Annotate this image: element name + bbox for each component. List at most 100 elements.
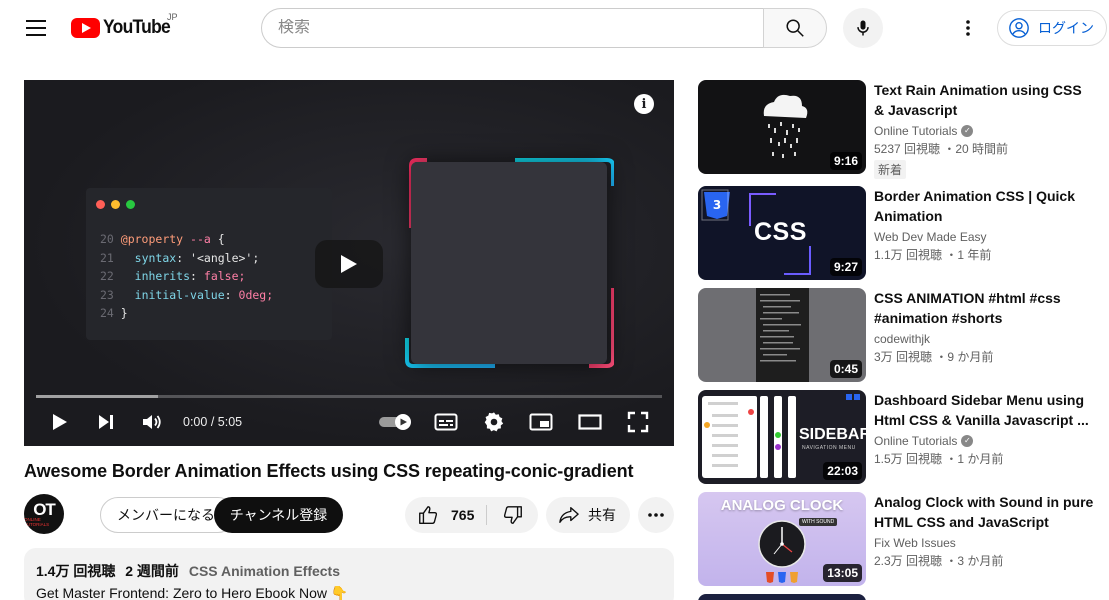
next-button[interactable] (92, 408, 120, 436)
related-video[interactable]: 0:45 CSS ANIMATION #html #css #animation… (698, 288, 1098, 382)
code-line: 20 @property --a { (100, 232, 225, 246)
volume-icon (143, 415, 161, 429)
search-box (261, 8, 763, 48)
search-button[interactable] (763, 8, 827, 48)
video-title[interactable]: Text Rain Animation using CSS & Javascri… (874, 80, 1094, 120)
related-video[interactable]: 3 CSS 9:27 Border Animation CSS | Quick … (698, 186, 1098, 280)
subtitles-icon (434, 413, 458, 431)
description-text: Get Master Frontend: Zero to Hero Ebook … (36, 585, 349, 600)
voice-search-button[interactable] (843, 8, 883, 48)
play-icon (341, 255, 357, 273)
video-stats: 5237 回視聴 ・20 時間前 (874, 142, 1009, 156)
video-duration: 9:16 (829, 152, 862, 170)
video-title[interactable]: CSS ANIMATION #html #css #animation #sho… (874, 288, 1094, 328)
code-line: 22 inherits: false; (100, 269, 246, 283)
video-title: Awesome Border Animation Effects using C… (24, 461, 634, 481)
channel-name[interactable]: Online Tutorials ✓ (874, 124, 1094, 138)
subtitles-button[interactable] (432, 408, 460, 436)
fullscreen-button[interactable] (624, 408, 652, 436)
microphone-icon (857, 20, 869, 36)
video-thumbnail[interactable] (698, 594, 866, 600)
account-icon (1009, 18, 1029, 38)
channel-avatar-subtext: ONLINE TUTORIALS (24, 516, 50, 527)
video-player[interactable]: 20 @property --a {21 syntax: '<angle>'; 2… (24, 80, 674, 446)
search-icon (786, 19, 804, 37)
video-duration: 0:45 (829, 360, 862, 378)
theater-mode-button[interactable] (576, 408, 604, 436)
settings-more-button[interactable] (952, 12, 984, 44)
time-separator: / (210, 415, 215, 429)
like-button[interactable]: 765 (405, 497, 485, 533)
autoplay-toggle[interactable] (376, 408, 416, 436)
fullscreen-icon (627, 411, 649, 433)
channel-name[interactable]: Fix Web Issues (874, 536, 1094, 550)
like-divider (486, 505, 487, 525)
play-button[interactable] (46, 408, 74, 436)
upload-age: 20 時間前 (955, 142, 1009, 156)
channel-avatar[interactable]: OT ONLINE TUTORIALS (24, 494, 64, 534)
video-title[interactable]: Border Animation CSS | Quick Animation (874, 186, 1094, 226)
description-hashtag[interactable]: CSS Animation Effects (189, 563, 340, 579)
video-duration: 9:27 (829, 258, 862, 276)
verified-check-icon: ✓ (961, 125, 974, 137)
related-video[interactable] (698, 594, 1098, 600)
video-info: Border Animation CSS | Quick Animation W… (874, 186, 1094, 263)
video-info: Dashboard Sidebar Menu using Html CSS & … (874, 390, 1094, 467)
progress-bar[interactable] (36, 395, 662, 398)
code-snippet: 20 @property --a {21 syntax: '<angle>'; 2… (100, 230, 273, 323)
related-video[interactable]: ANALOG CLOCK WITH SOUND 13:05 Analog Clo… (698, 492, 1098, 586)
video-thumbnail[interactable]: ANALOG CLOCK WITH SOUND 13:05 (698, 492, 866, 586)
video-thumbnail[interactable]: 3 CSS 9:27 (698, 186, 866, 280)
miniplayer-button[interactable] (527, 408, 555, 436)
dislike-button[interactable] (489, 497, 537, 533)
channel-name-text: Online Tutorials (874, 434, 958, 448)
upload-age: 1 年前 (957, 248, 992, 262)
channel-name[interactable]: Online Tutorials ✓ (874, 434, 1094, 448)
progress-buffer (36, 395, 159, 398)
play-icon (53, 414, 67, 430)
gear-icon (484, 412, 504, 432)
video-title[interactable]: Dashboard Sidebar Menu using Html CSS & … (874, 390, 1094, 430)
thumbnail-subtext: NAVIGATION MENU (802, 445, 856, 451)
video-thumbnail[interactable]: 9:16 (698, 80, 866, 174)
search-input[interactable] (278, 19, 747, 37)
subscribe-button[interactable]: チャンネル登録 (214, 497, 343, 533)
related-video[interactable]: SIDEBAR NAVIGATION MENU 22:03 Dashboard … (698, 390, 1098, 484)
video-duration: 22:03 (823, 462, 862, 480)
video-thumbnail[interactable]: SIDEBAR NAVIGATION MENU 22:03 (698, 390, 866, 484)
channel-name-text: codewithjk (874, 332, 931, 346)
youtube-logo[interactable]: YouTube (71, 14, 176, 42)
channel-name[interactable]: Web Dev Made Easy (874, 230, 1094, 244)
window-dots (96, 200, 135, 209)
share-button[interactable]: 共有 (546, 497, 630, 533)
video-thumbnail[interactable]: 0:45 (698, 288, 866, 382)
signin-button[interactable]: ログイン (997, 10, 1107, 46)
video-info: CSS ANIMATION #html #css #animation #sho… (874, 288, 1094, 365)
play-overlay-button[interactable] (315, 240, 383, 288)
miniplayer-icon (529, 413, 553, 431)
info-icon[interactable]: i (634, 94, 654, 114)
video-title[interactable]: Analog Clock with Sound in pure HTML CSS… (874, 492, 1094, 532)
code-line: 24 } (100, 306, 128, 320)
video-stats: 3万 回視聴 ・9 か月前 (874, 350, 994, 364)
join-membership-label: メンバーになる (117, 507, 215, 523)
video-info: Text Rain Animation using CSS & Javascri… (874, 80, 1094, 179)
settings-button[interactable] (480, 408, 508, 436)
current-time: 0:00 (183, 415, 208, 429)
description-box[interactable]: 1.4万 回視聴 2 週間前 CSS Animation Effects Get… (24, 548, 674, 600)
code-editor-graphic: 20 @property --a {21 syntax: '<angle>'; 2… (86, 188, 332, 340)
channel-name[interactable]: codewithjk (874, 332, 1094, 346)
view-count: 5237 回視聴 (874, 142, 941, 156)
related-video[interactable]: 9:16 Text Rain Animation using CSS & Jav… (698, 80, 1098, 179)
time-display: 0:00 / 5:05 (183, 415, 242, 429)
menu-icon[interactable] (24, 17, 48, 39)
skip-next-icon (99, 415, 113, 429)
thumbnail-text: CSS (754, 218, 807, 246)
mute-button[interactable] (138, 408, 166, 436)
more-actions-button[interactable] (638, 497, 674, 533)
channel-name-text: Online Tutorials (874, 124, 958, 138)
channel-name-text: Fix Web Issues (874, 536, 956, 550)
upload-age: 2 週間前 (125, 563, 179, 579)
thumbnail-text: SIDEBAR (799, 426, 866, 443)
theater-mode-icon (578, 414, 602, 430)
